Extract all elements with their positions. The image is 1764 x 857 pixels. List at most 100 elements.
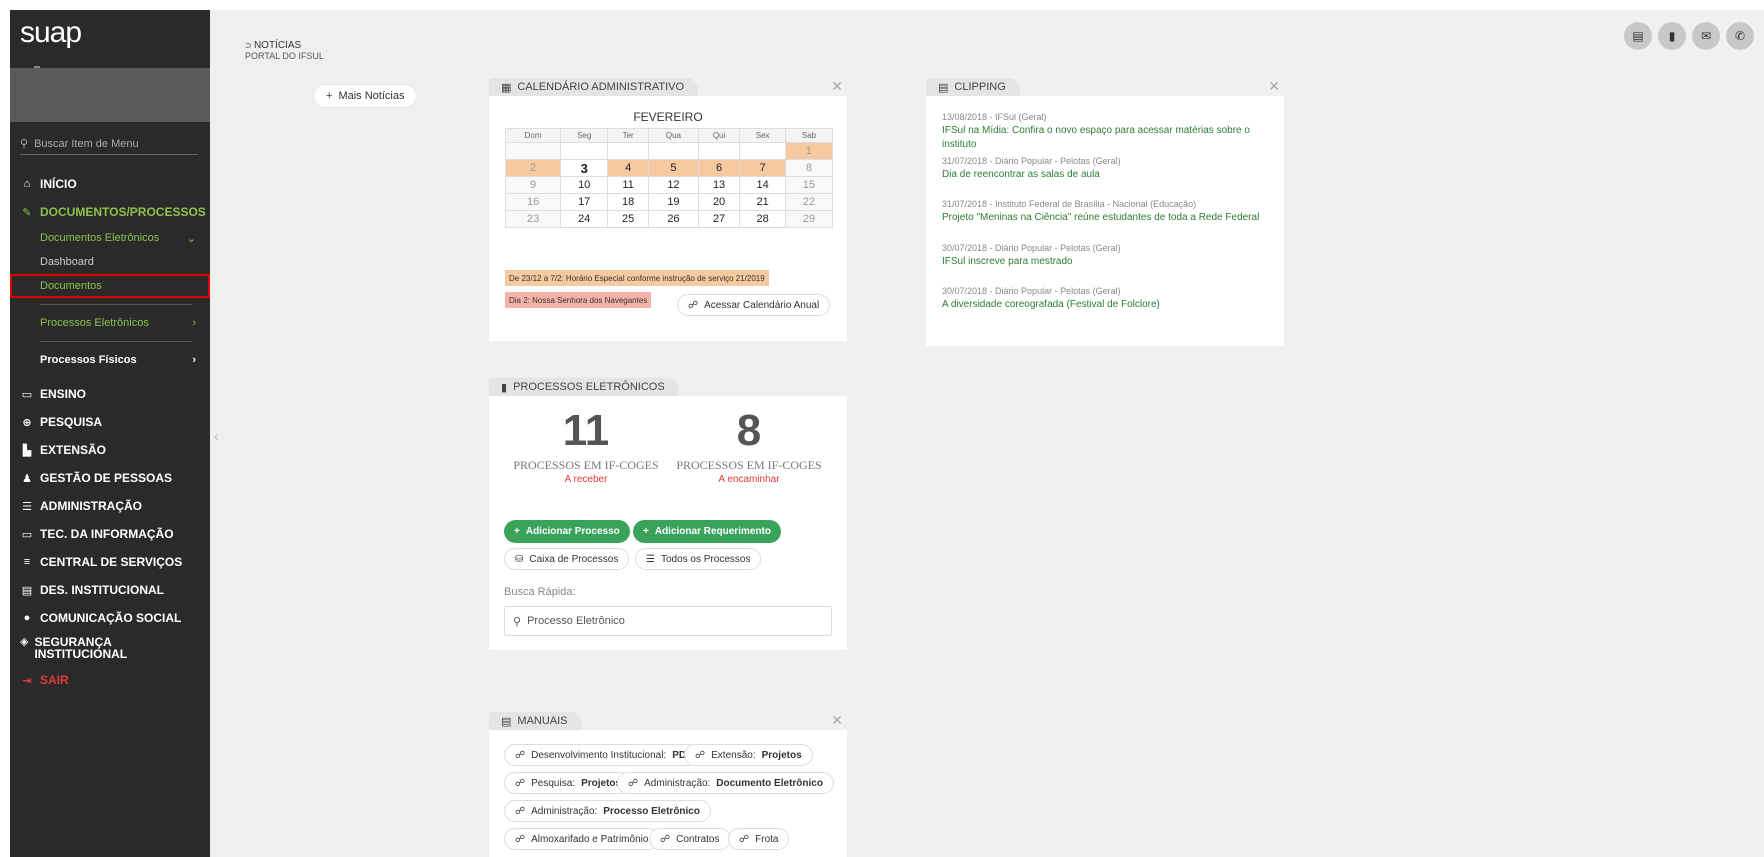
nav-des-institucional[interactable]: ▤ DES. INSTITUCIONAL (10, 576, 210, 604)
clipping-item[interactable]: 31/07/2018 - Instituto Federal de Brasíl… (942, 197, 1259, 225)
clipping-tab[interactable]: ▤ CLIPPING (926, 78, 1020, 96)
mail-icon[interactable]: ✉ (1692, 22, 1720, 50)
calendar-day[interactable]: 7 (739, 159, 786, 177)
calendar-day[interactable]: 15 (784, 176, 834, 194)
calendar-day[interactable]: 9 (504, 176, 562, 194)
manual-link[interactable]: ☍ Pesquisa: Projetos (504, 772, 633, 794)
nav-central-servicos[interactable]: ≡ CENTRAL DE SERVIÇOS (10, 548, 210, 576)
calendar-day[interactable]: 12 (648, 176, 699, 194)
caixa-processos-button[interactable]: ⛁ Caixa de Processos (504, 548, 630, 570)
calendar-day[interactable]: 5 (648, 159, 699, 177)
nav-seguranca-institucional[interactable]: ◈ SEGURANÇA INSTITUCIONAL (10, 632, 130, 666)
laptop-icon: ▭ (21, 528, 33, 541)
plus-icon: + (326, 90, 333, 102)
phone-icon[interactable]: ✆ (1726, 22, 1754, 50)
collapse-sidebar-icon[interactable]: ‹ (214, 428, 219, 444)
news-column: ‹ ⊃ NOTÍCIAS PORTAL DO IFSUL + Mais Notíc… (210, 10, 446, 857)
menu-search-input[interactable]: Buscar Item de Menu (34, 138, 139, 150)
add-requerimento-button[interactable]: + Adicionar Requerimento (633, 520, 781, 543)
calendar-day[interactable]: 19 (648, 193, 699, 211)
todos-processos-button[interactable]: ☰ Todos os Processos (635, 548, 762, 570)
calendar-day[interactable]: 2 (504, 159, 562, 177)
calendar-day[interactable]: 3 (560, 159, 609, 177)
calendar-day[interactable]: 28 (739, 210, 786, 228)
nav-documentos[interactable]: Documentos (10, 274, 210, 298)
processos-tab[interactable]: ▮ PROCESSOS ELETRÔNICOS (489, 378, 679, 396)
calendar-day[interactable]: 17 (560, 193, 609, 211)
calendar-day[interactable]: 23 (504, 210, 562, 228)
calendar-day[interactable]: 20 (697, 193, 741, 211)
signout-icon: ⇥ (22, 674, 32, 687)
manual-link[interactable]: ☍ Frota (728, 828, 790, 850)
nav-administracao[interactable]: ☰ ADMINISTRAÇÃO (10, 492, 210, 520)
calendar-empty (697, 142, 741, 160)
nav-processos-fisicos[interactable]: Processos Físicos › (10, 348, 210, 372)
suap-logo[interactable]: suap (20, 16, 82, 50)
calendar-day[interactable]: 29 (784, 210, 834, 228)
clipping-item[interactable]: 13/08/2018 - IFSul (Geral) IFSul na Mídia… (942, 110, 1284, 152)
calendar-day[interactable]: 6 (697, 159, 741, 177)
calendar-day[interactable]: 10 (560, 176, 609, 194)
nav-documentos-eletronicos[interactable]: Documentos Eletrônicos ⌄ (10, 226, 210, 250)
busca-rapida-input[interactable]: ⚲ Processo Eletrônico (504, 606, 832, 636)
rss-icon: ⊃ (245, 41, 254, 50)
nav-inicio[interactable]: ⌂ INÍCIO (10, 170, 210, 198)
calendar-day[interactable]: 14 (739, 176, 786, 194)
processos-receber-count[interactable]: 11 (561, 406, 611, 456)
close-icon[interactable]: ✕ (1268, 78, 1280, 95)
manuais-tab[interactable]: ▤ MANUAIS (489, 712, 582, 730)
add-processo-button[interactable]: + Adicionar Processo (504, 520, 630, 543)
calendar-day[interactable]: 24 (560, 210, 609, 228)
link-icon: ☍ (660, 833, 671, 845)
annual-calendar-link[interactable]: ☍ Acessar Calendário Anual (677, 294, 831, 316)
nav-sair[interactable]: ⇥ SAIR (10, 666, 210, 694)
user-profile-box[interactable] (10, 66, 210, 122)
calendar-day[interactable]: 11 (607, 176, 650, 194)
calendar-day[interactable]: 1 (784, 142, 834, 160)
manual-link[interactable]: ☍ Desenvolvimento Institucional: PDI (504, 744, 700, 766)
clipping-item[interactable]: 31/07/2018 - Diário Popular - Pelotas (G… (942, 154, 1121, 182)
calendar-day[interactable]: 8 (784, 159, 834, 177)
calendar-day[interactable]: 26 (648, 210, 699, 228)
calendar-day[interactable]: 16 (504, 193, 562, 211)
calendar-tab[interactable]: ▦ CALENDÁRIO ADMINISTRATIVO (489, 78, 699, 96)
manual-link[interactable]: ☍ Extensão: Projetos (684, 744, 813, 766)
calendar-day[interactable]: 18 (607, 193, 650, 211)
nav-ensino[interactable]: ▭ ENSINO (10, 380, 210, 408)
nav-extensao[interactable]: ▙ EXTENSÃO (10, 436, 210, 464)
clipping-item[interactable]: 30/07/2018 - Diário Popular - Pelotas (G… (942, 284, 1160, 312)
processos-encaminhar-count[interactable]: 8 (729, 406, 769, 456)
nav-comunicacao-social[interactable]: ● COMUNICAÇÃO SOCIAL (10, 604, 210, 632)
calendar-day[interactable]: 21 (739, 193, 786, 211)
calendar-day[interactable]: 13 (697, 176, 741, 194)
calendar-day[interactable]: 22 (784, 193, 834, 211)
nav-dashboard[interactable]: Dashboard (10, 250, 210, 274)
nav-pesquisa[interactable]: ⊕ PESQUISA (10, 408, 210, 436)
nav-documentos-processos[interactable]: ✎ DOCUMENTOS/PROCESSOS (10, 198, 210, 226)
clipping-panel: ▤ CLIPPING ✕ 13/08/2018 - IFSul (Geral) IF… (926, 78, 1284, 346)
pdf-icon[interactable]: ▤ (1624, 22, 1652, 50)
clipping-item[interactable]: 30/07/2018 - Diário Popular - Pelotas (G… (942, 241, 1121, 269)
calendar-empty (607, 142, 650, 160)
close-icon[interactable]: ✕ (831, 78, 843, 95)
close-icon[interactable]: ✕ (831, 712, 843, 729)
app-window: suap ⚲ Buscar Item de Menu ⌂ INÍCIO ✎ DOCU… (10, 10, 1764, 857)
nav-gestao-pessoas[interactable]: ♟ GESTÃO DE PESSOAS (10, 464, 210, 492)
manual-link[interactable]: ☍ Administração: Documento Eletrônico (617, 772, 834, 794)
manual-link[interactable]: ☍ Almoxarifado e Patrimônio (504, 828, 660, 850)
manual-link[interactable]: ☍ Administração: Processo Eletrônico (504, 800, 711, 822)
nav-processos-eletronicos[interactable]: Processos Eletrônicos › (10, 311, 210, 335)
bookmark-icon[interactable]: ▮ (1658, 22, 1686, 50)
menu-search[interactable]: ⚲ Buscar Item de Menu (20, 133, 198, 155)
calendar-day[interactable]: 25 (607, 210, 650, 228)
calendar-table: Dom Seg Ter Qua Qui Sex Sab 1 2 3 4 5 6 7 8 9 10 11 12 13 1… (504, 128, 834, 228)
more-news-button[interactable]: + Mais Notícias (314, 85, 417, 107)
processos-receber-label: PROCESSOS EM IF-COGES (513, 458, 659, 472)
manual-link[interactable]: ☍ Contratos (649, 828, 731, 850)
manuais-panel: ▤ MANUAIS ✕ ☍ Desenvolvimento Instituciona… (489, 712, 847, 857)
calendar-day[interactable]: 4 (607, 159, 650, 177)
nav-tec-informacao[interactable]: ▭ TEC. DA INFORMAÇÃO (10, 520, 210, 548)
calendar-day[interactable]: 27 (697, 210, 741, 228)
calendar-empty (739, 142, 786, 160)
main-nav: ⌂ INÍCIO ✎ DOCUMENTOS/PROCESSOS Documentos… (10, 170, 210, 694)
